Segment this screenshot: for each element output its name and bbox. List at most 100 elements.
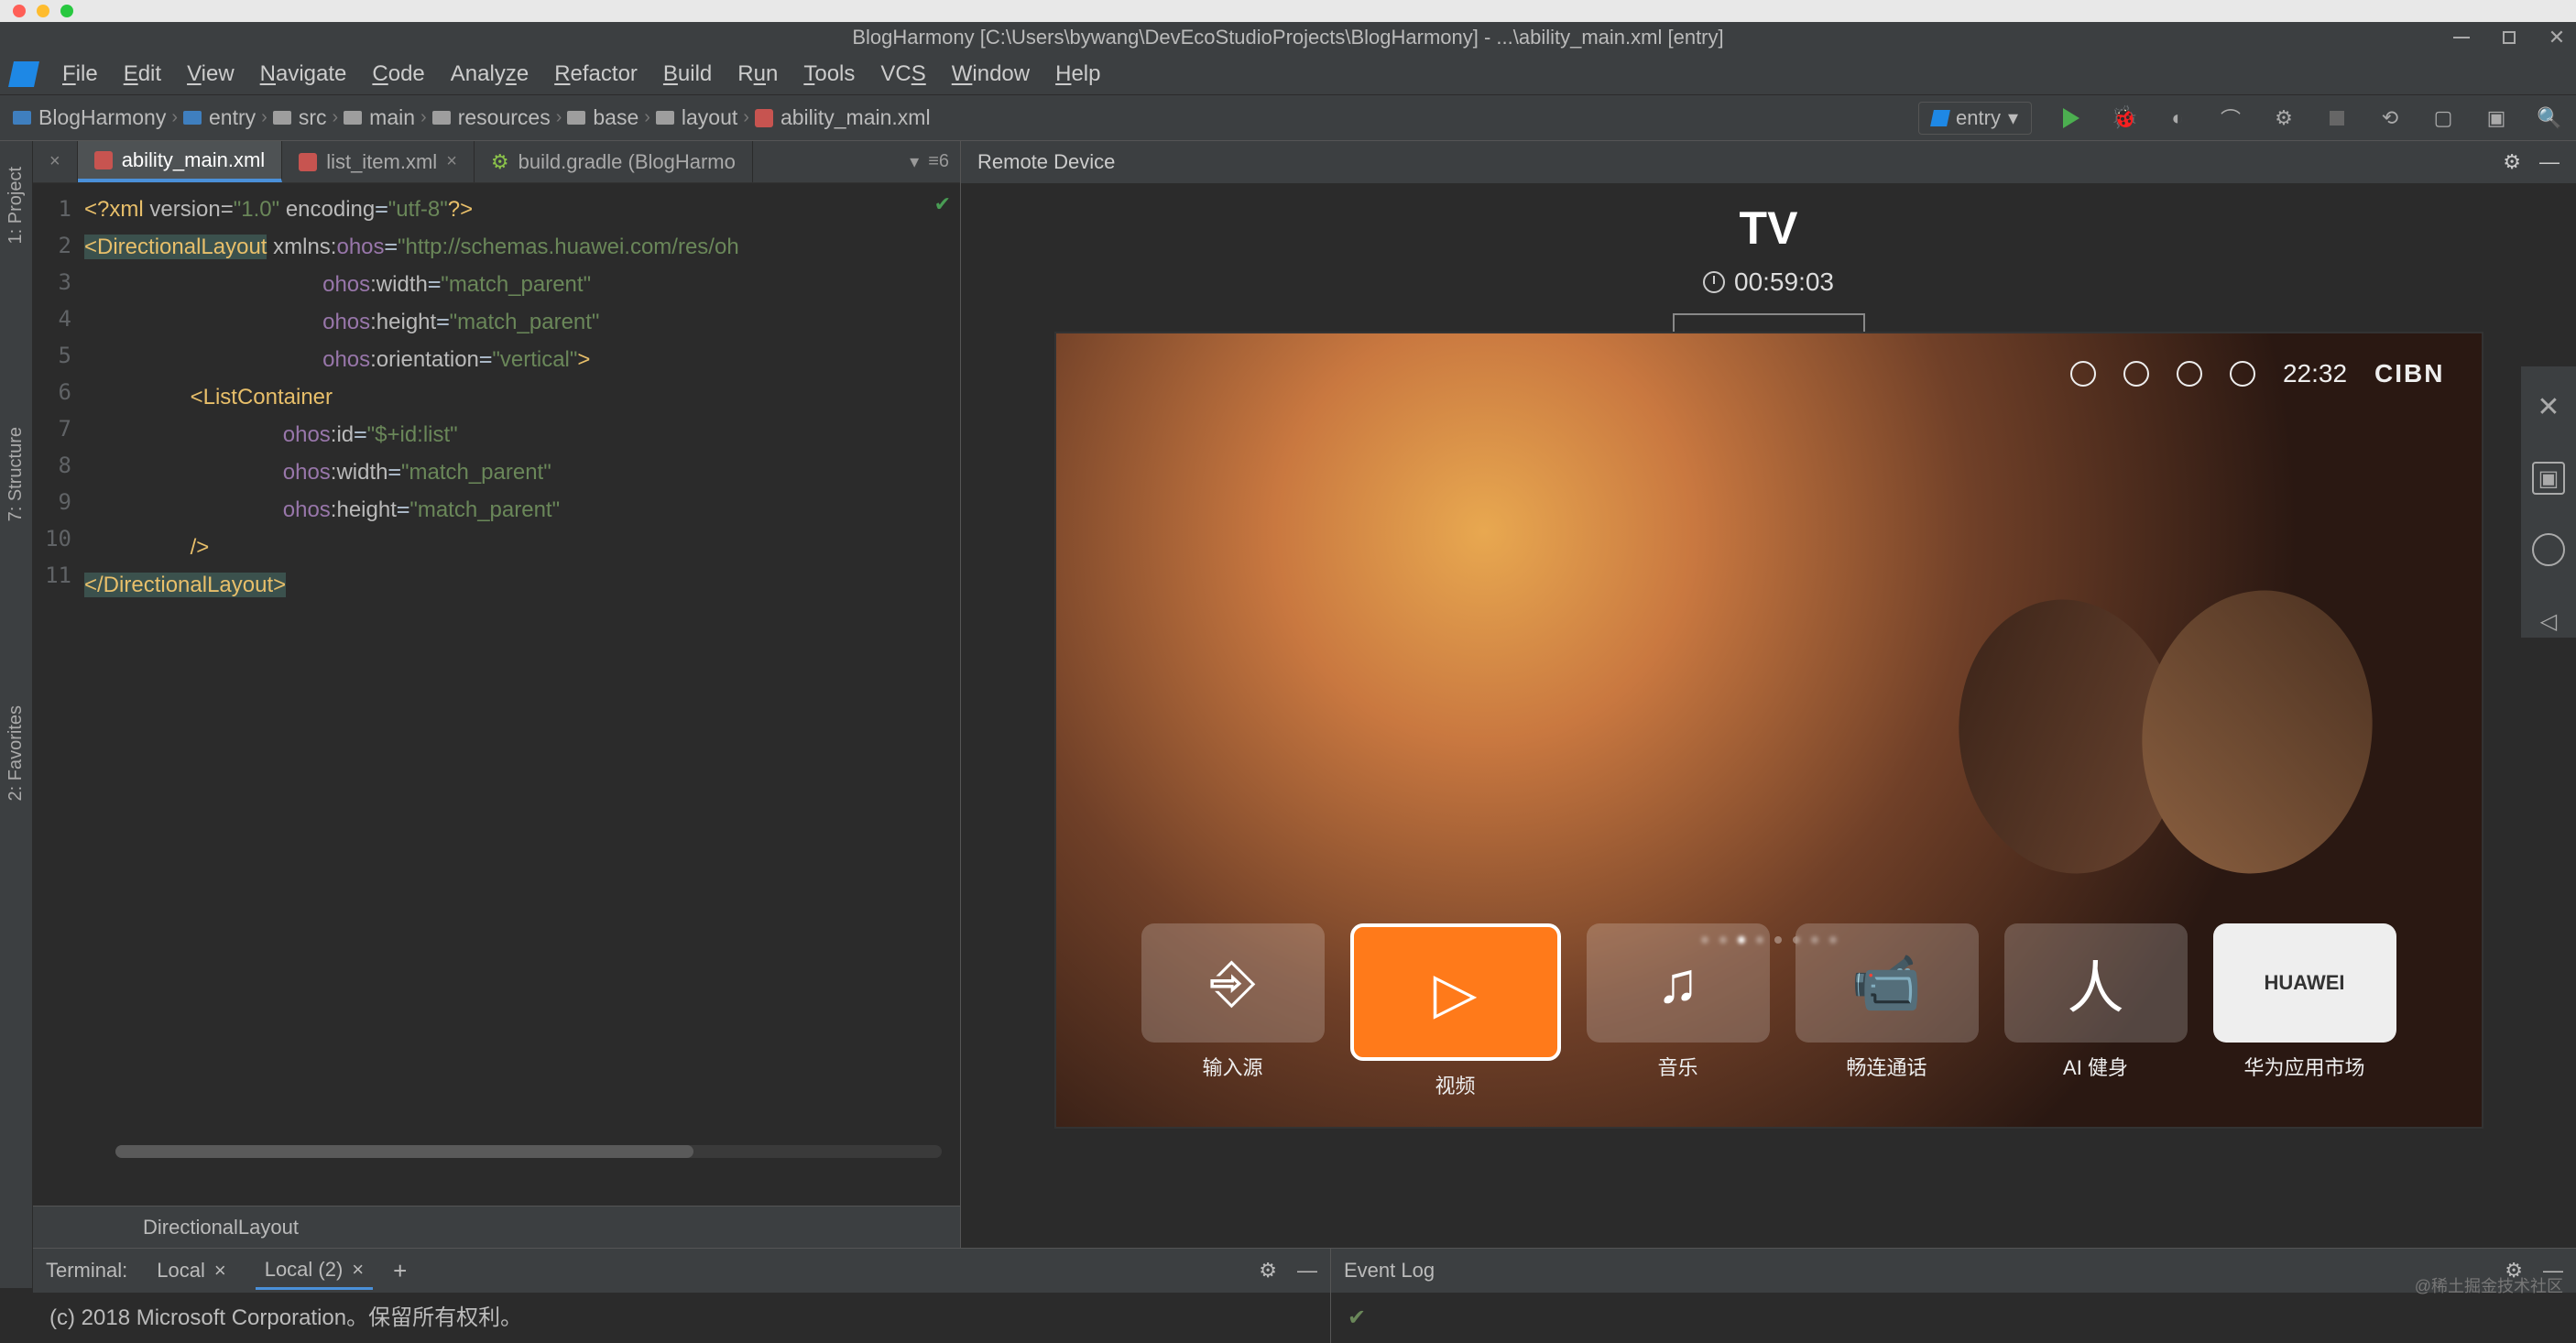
xml-file-icon: [755, 109, 773, 127]
mac-close[interactable]: [13, 5, 26, 17]
event-log-body[interactable]: ✔: [1331, 1293, 2576, 1343]
dock-input[interactable]: ⎆输入源: [1141, 923, 1325, 1099]
tab-build-gradle[interactable]: ⚙build.gradle (BlogHarmo: [475, 141, 753, 182]
previewer-pane: Remote Device ⚙ — TV 00:59:03 22:32: [960, 141, 2576, 1248]
previewer-minimize-icon[interactable]: —: [2539, 150, 2560, 174]
close-icon[interactable]: ×: [214, 1259, 226, 1283]
close-preview-button[interactable]: ✕: [2532, 390, 2565, 423]
horizontal-scrollbar[interactable]: [115, 1145, 942, 1158]
crumb-entry[interactable]: entry: [183, 105, 256, 130]
run-config-selector[interactable]: entry▾: [1918, 102, 2032, 135]
menu-file[interactable]: File: [62, 61, 98, 87]
terminal-tab-local2[interactable]: Local (2)×: [256, 1252, 373, 1290]
code-editor[interactable]: ✔ 1234567891011 <?xml version="1.0" enco…: [33, 183, 960, 1206]
inspection-ok-icon: ✔: [934, 192, 951, 216]
tab-list-item[interactable]: list_item.xml×: [282, 141, 475, 182]
menu-analyze[interactable]: Analyze: [451, 61, 529, 87]
folder-icon: [183, 111, 202, 125]
menu-tools[interactable]: Tools: [803, 61, 855, 87]
app-logo-icon: [8, 61, 39, 87]
crumb-main[interactable]: main: [344, 105, 415, 130]
settings-icon[interactable]: [2177, 361, 2202, 387]
terminal-hide-icon[interactable]: —: [1297, 1259, 1317, 1283]
previewer-settings-icon[interactable]: ⚙: [2503, 150, 2521, 174]
debug-button[interactable]: 🐞: [2111, 104, 2138, 132]
avd-button[interactable]: ▢: [2429, 104, 2457, 132]
hero-image: [1923, 489, 2381, 947]
tv-time: 22:32: [2283, 359, 2347, 388]
menu-help[interactable]: Help: [1055, 61, 1100, 87]
menu-vcs[interactable]: VCS: [880, 61, 925, 87]
home-button[interactable]: [2532, 533, 2565, 566]
coverage-button[interactable]: ◐: [2164, 104, 2191, 132]
clock-icon: [1703, 271, 1725, 293]
crumb-file[interactable]: ability_main.xml: [755, 105, 931, 130]
crumb-layout[interactable]: layout: [656, 105, 737, 130]
crumb-src[interactable]: src: [273, 105, 327, 130]
xml-file-icon: [94, 151, 113, 169]
search-button[interactable]: 🔍: [2536, 104, 2563, 132]
crumb-base[interactable]: base: [567, 105, 639, 130]
terminal-tab-local[interactable]: Local×: [147, 1253, 235, 1288]
scrollbar-thumb[interactable]: [115, 1145, 693, 1158]
menu-run[interactable]: Run: [737, 61, 778, 87]
mac-minimize[interactable]: [37, 5, 49, 17]
structure-tool-tab[interactable]: 7: Structure: [5, 427, 27, 521]
menu-navigate[interactable]: Navigate: [260, 61, 347, 87]
project-tool-tab[interactable]: 1: Project: [5, 167, 27, 244]
menu-edit[interactable]: Edit: [124, 61, 161, 87]
folder-icon: [13, 111, 31, 125]
stop-icon: [2330, 111, 2344, 126]
search-icon[interactable]: [2070, 361, 2096, 387]
dock-video[interactable]: ▷视频: [1350, 923, 1561, 1099]
close-icon[interactable]: ×: [352, 1258, 364, 1282]
crumb-resources[interactable]: resources: [432, 105, 551, 130]
previewer-body: TV 00:59:03 22:32 CIBN: [961, 183, 2576, 1248]
sdk-button[interactable]: ▣: [2483, 104, 2510, 132]
back-button[interactable]: ◁: [2532, 605, 2565, 638]
left-tool-rail: 1: Project 7: Structure 2: Favorites: [0, 141, 33, 1288]
run-button[interactable]: [2058, 104, 2085, 132]
mac-zoom[interactable]: [60, 5, 73, 17]
terminal-output[interactable]: (c) 2018 Microsoft Corporation。保留所有权利。: [33, 1293, 1330, 1343]
minimize-button[interactable]: [2451, 27, 2472, 48]
multi-window-button[interactable]: ▣: [2532, 462, 2565, 495]
dock-fitness[interactable]: 人AI 健身: [2004, 923, 2188, 1099]
breadcrumb: BlogHarmony› entry› src› main› resources…: [13, 105, 931, 130]
stop-button[interactable]: [2323, 104, 2351, 132]
dock-music[interactable]: ♫音乐: [1587, 923, 1770, 1099]
maximize-button[interactable]: [2499, 27, 2519, 48]
code-content[interactable]: <?xml version="1.0" encoding="utf-8"?> <…: [84, 183, 960, 1206]
device-frame-top: [1673, 313, 1865, 332]
sync-button[interactable]: ⟲: [2376, 104, 2404, 132]
attach-button[interactable]: ⚙: [2270, 104, 2298, 132]
tv-brand: CIBN: [2374, 359, 2444, 388]
add-terminal-button[interactable]: +: [393, 1257, 407, 1285]
user-icon[interactable]: [2123, 361, 2149, 387]
tv-screen[interactable]: 22:32 CIBN ⎆输入源 ▷视频 ♫音乐 📹畅连通话 人AI 健身 HUA…: [1054, 332, 2483, 1129]
menu-code[interactable]: Code: [372, 61, 424, 87]
watermark: @稀土掘金技术社区: [2415, 1273, 2563, 1297]
window-title: BlogHarmony [C:\Users\bywang\DevEcoStudi…: [852, 26, 1723, 49]
crumb-project[interactable]: BlogHarmony: [13, 105, 166, 130]
tab-extras[interactable]: ▾≡6: [910, 150, 960, 173]
terminal-settings-icon[interactable]: ⚙: [1259, 1259, 1277, 1283]
favorites-tool-tab[interactable]: 2: Favorites: [5, 705, 27, 801]
editor-pane: × ability_main.xml list_item.xml× ⚙build…: [33, 141, 960, 1248]
menu-window[interactable]: Window: [952, 61, 1030, 87]
tv-dock: ⎆输入源 ▷视频 ♫音乐 📹畅连通话 人AI 健身 HUAWEI华为应用市场: [1141, 923, 2396, 1099]
dock-appstore[interactable]: HUAWEI华为应用市场: [2213, 923, 2396, 1099]
menu-refactor[interactable]: Refactor: [554, 61, 638, 87]
bottom-panel: Terminal: Local× Local (2)× + ⚙ — (c) 20…: [33, 1248, 2576, 1343]
terminal-title: Terminal:: [46, 1259, 127, 1283]
menu-build[interactable]: Build: [663, 61, 712, 87]
close-button[interactable]: ✕: [2547, 27, 2567, 48]
dock-call[interactable]: 📹畅连通话: [1796, 923, 1979, 1099]
menu-view[interactable]: View: [187, 61, 235, 87]
window-titlebar: BlogHarmony [C:\Users\bywang\DevEcoStudi…: [0, 22, 2576, 53]
tab-pin[interactable]: ×: [33, 141, 78, 182]
close-icon[interactable]: ×: [446, 151, 457, 172]
device-title: TV: [1740, 202, 1798, 255]
tab-ability-main[interactable]: ability_main.xml: [78, 141, 283, 182]
profile-button[interactable]: ⌒: [2217, 104, 2244, 132]
